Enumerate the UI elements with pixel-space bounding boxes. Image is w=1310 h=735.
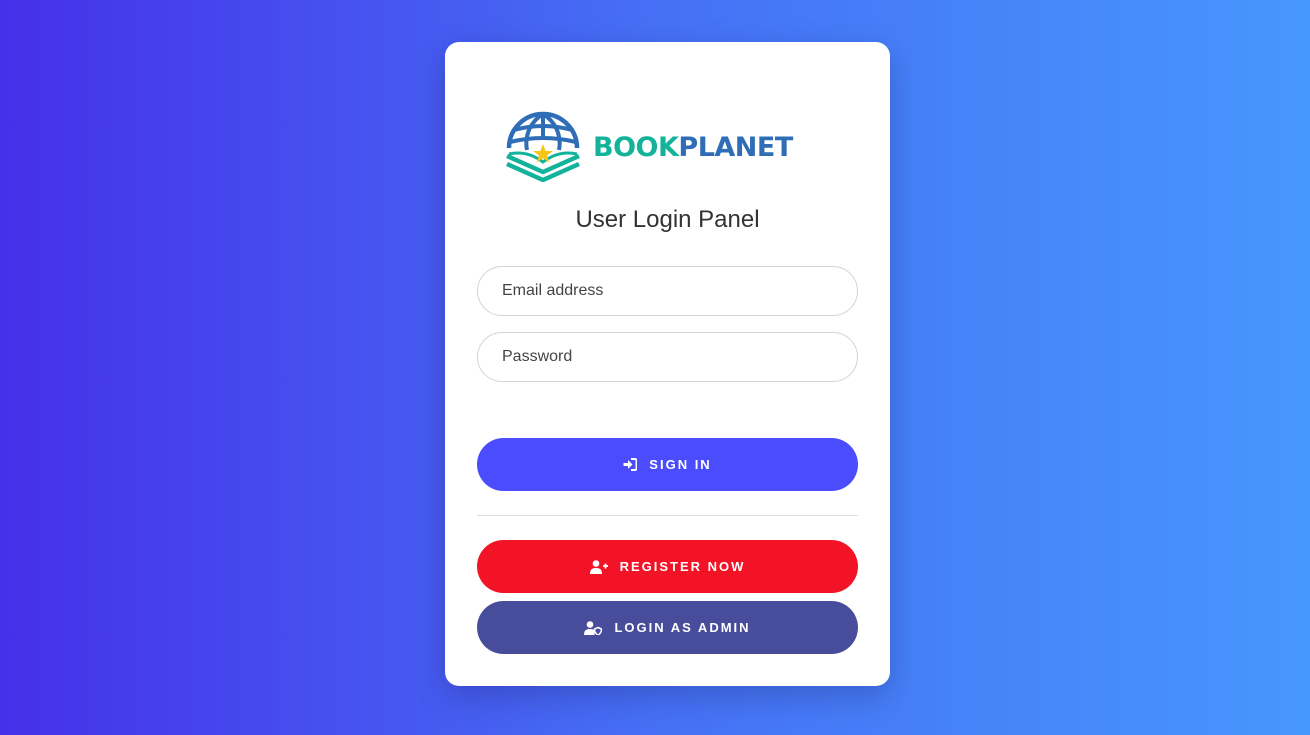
email-field[interactable]: [477, 266, 858, 316]
brand-name: BOOKPLANET: [593, 132, 793, 161]
sign-in-label: SIGN IN: [649, 457, 712, 472]
password-field[interactable]: [477, 332, 858, 382]
login-as-admin-label: LOGIN AS ADMIN: [614, 620, 751, 635]
brand-logo: BOOKPLANET: [505, 110, 795, 182]
globe-book-star-icon: [506, 111, 580, 182]
login-as-admin-button[interactable]: LOGIN AS ADMIN: [477, 601, 858, 654]
user-shield-icon: [584, 620, 603, 635]
divider: [477, 515, 858, 516]
page-title: User Login Panel: [575, 206, 760, 233]
sign-in-icon: [623, 458, 638, 471]
brand-name-part2: PLANET: [678, 131, 793, 163]
register-now-label: REGISTER NOW: [619, 559, 746, 574]
user-plus-icon: [589, 559, 608, 574]
sign-in-button[interactable]: SIGN IN: [477, 438, 858, 491]
register-now-button[interactable]: REGISTER NOW: [477, 540, 858, 593]
login-card: BOOKPLANET User Login Panel SIGN IN REGI…: [445, 42, 890, 686]
brand-name-part1: BOOK: [593, 131, 679, 163]
